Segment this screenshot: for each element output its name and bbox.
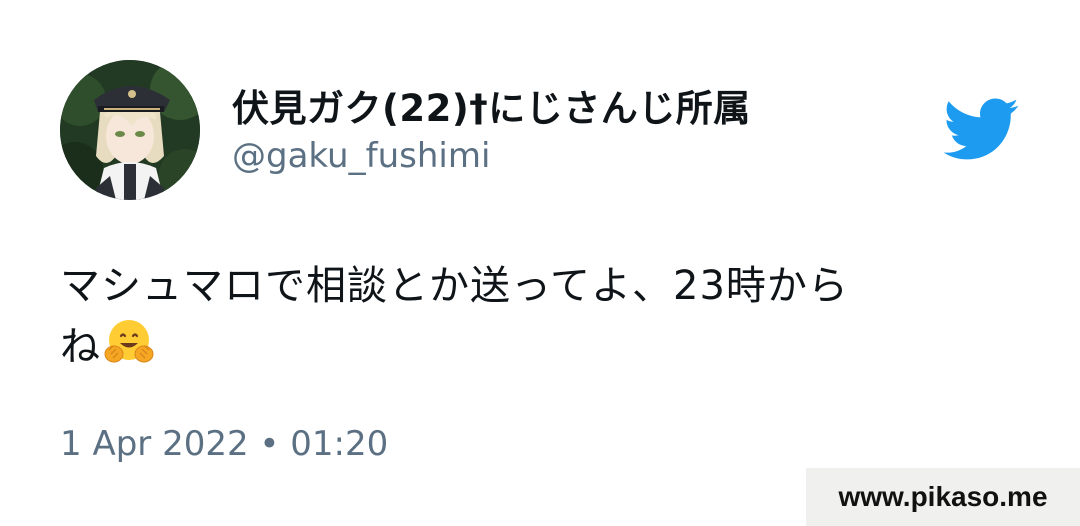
username[interactable]: @gaku_fushimi: [232, 136, 490, 176]
avatar[interactable]: [60, 60, 200, 200]
avatar-image: [60, 60, 200, 200]
watermark: www.pikaso.me: [806, 468, 1080, 526]
tweet-text-line-2: ね: [60, 324, 101, 370]
tweet-text-line-1: マシュマロで相談とか送ってよ、23時から: [60, 263, 849, 309]
display-name[interactable]: 伏見ガク(22)†にじさんじ所属: [232, 78, 751, 132]
tweet-card: 伏見ガク(22)†にじさんじ所属 @gaku_fushimi マシュマロで相談と…: [0, 0, 1080, 526]
tweet-text: マシュマロで相談とか送ってよ、23時から ね: [60, 258, 1020, 375]
hugging-face-emoji-icon: [101, 314, 157, 370]
twitter-bird-icon[interactable]: [940, 96, 1020, 162]
timestamp[interactable]: 1 Apr 2022 • 01:20: [60, 424, 388, 464]
